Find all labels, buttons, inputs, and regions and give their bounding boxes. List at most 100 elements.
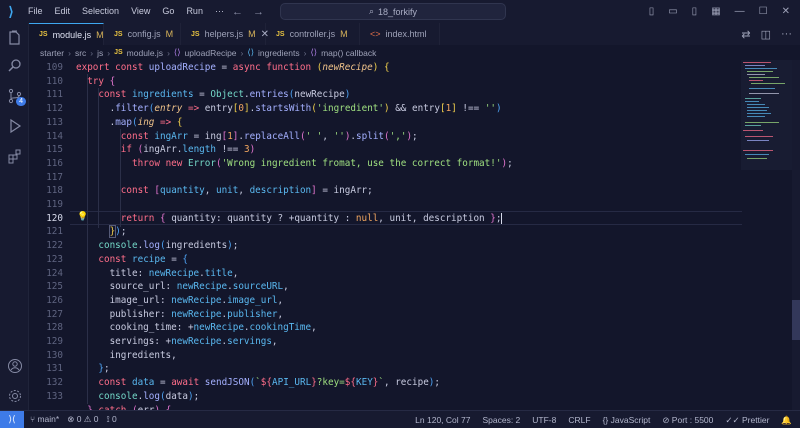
layout-sidebar-icon[interactable]: ▯ <box>649 6 655 17</box>
line-number: 111 <box>46 89 63 101</box>
indentation[interactable]: Spaces: 2 <box>482 415 520 425</box>
breadcrumb-item[interactable]: uploadRecipe <box>185 48 237 58</box>
workspace-name: 18_forkify <box>378 6 418 17</box>
compare-changes-icon[interactable]: ⇄ <box>741 28 750 41</box>
tab-label: index.html <box>385 29 427 39</box>
breadcrumb-item[interactable]: src <box>75 48 86 58</box>
code-line: try { <box>87 75 116 87</box>
code-editor[interactable]: export const uploadRecipe = async functi… <box>76 60 741 410</box>
menu-view[interactable]: View <box>125 0 156 23</box>
notifications-bell-icon[interactable]: 🔔 <box>781 415 792 426</box>
menu-file[interactable]: File <box>22 0 49 23</box>
line-number: 124 <box>46 267 63 279</box>
close-window-icon[interactable]: ✕ <box>782 6 790 17</box>
menu-bar: File Edit Selection View Go Run ··· <box>22 0 230 23</box>
menu-more[interactable]: ··· <box>209 0 230 23</box>
run-debug-icon[interactable] <box>0 113 29 139</box>
vertical-scrollbar[interactable] <box>792 60 800 410</box>
js-file-icon: JS <box>114 49 123 56</box>
line-number: 119 <box>46 199 63 210</box>
line-number: 109 <box>46 62 63 73</box>
code-line: servings: +newRecipe.servings, <box>76 336 278 347</box>
js-file-icon: JS <box>39 31 48 38</box>
menu-selection[interactable]: Selection <box>76 0 125 23</box>
language-mode[interactable]: {} JavaScript <box>603 415 651 425</box>
ports-indicator[interactable]: ⟟ 0 <box>107 414 117 425</box>
forward-arrow-icon[interactable]: → <box>253 6 264 18</box>
menu-run[interactable]: Run <box>180 0 209 23</box>
code-line: source_url: newRecipe.sourceURL, <box>76 281 289 293</box>
settings-gear-icon[interactable] <box>0 383 29 409</box>
minimize-icon[interactable]: — <box>735 6 745 17</box>
line-number: 112 <box>46 103 63 115</box>
breadcrumb-item[interactable]: module.js <box>127 48 163 58</box>
explorer-icon[interactable] <box>0 25 29 51</box>
code-line: ingredients, <box>76 349 177 361</box>
code-line: }); <box>108 225 127 239</box>
live-server-port[interactable]: ⊘ Port : 5500 <box>662 415 713 426</box>
chevron-right-icon: › <box>303 47 307 58</box>
layout-panel-icon[interactable]: ▭ <box>668 6 677 17</box>
cursor-position[interactable]: Ln 120, Col 77 <box>415 415 470 425</box>
branch-indicator[interactable]: ⑂ main* <box>30 414 59 425</box>
line-number-gutter: 109 110 111 112 113 114 115 116 117 118 … <box>29 60 69 410</box>
line-number: 117 <box>46 171 63 183</box>
status-bar: ⟩⟨ ⑂ main* ⊗ 0 ⚠ 0 ⟟ 0 Ln 120, Col 77 Sp… <box>0 410 800 428</box>
code-line: console.log(ingredients); <box>98 240 239 252</box>
maximize-icon[interactable]: ☐ <box>759 6 768 17</box>
search-icon[interactable] <box>0 53 29 79</box>
end-of-line[interactable]: CRLF <box>568 415 590 425</box>
scrollbar-thumb[interactable] <box>792 300 800 340</box>
tab-index-html[interactable]: <> index.html <box>360 23 440 45</box>
problems-indicator[interactable]: ⊗ 0 ⚠ 0 <box>67 414 98 425</box>
layout-secondary-icon[interactable]: ▯ <box>692 6 698 17</box>
source-control-badge: 4 <box>16 97 26 106</box>
breadcrumb-item[interactable]: map() callback <box>321 48 376 58</box>
search-icon: ⌕ <box>368 6 374 16</box>
command-center-search[interactable]: ⌕ 18_forkify <box>280 3 506 20</box>
code-line-current: return { quantity: quantity ? +quantity … <box>120 212 503 224</box>
encoding[interactable]: UTF-8 <box>532 415 556 425</box>
line-number: 125 <box>46 281 63 293</box>
tab-label: helpers.js <box>204 29 244 39</box>
variable-symbol-icon: ⟨⟩ <box>247 47 255 57</box>
line-number: 131 <box>46 363 63 375</box>
layout-customize-icon[interactable]: ▦ <box>711 6 720 17</box>
code-line: image_url: newRecipe.image_url, <box>76 294 284 306</box>
tab-controller-js[interactable]: JS controller.js M <box>266 23 360 45</box>
editor-tabs: JS module.js M JS config.js M JS helpers… <box>29 23 800 45</box>
breadcrumb-item[interactable]: js <box>97 48 103 58</box>
code-line: publisher: newRecipe.publisher, <box>76 308 284 320</box>
modified-indicator: M <box>248 29 256 39</box>
breadcrumb-item[interactable]: ingredients <box>258 48 300 58</box>
split-editor-icon[interactable]: ◫ <box>761 28 771 41</box>
account-icon[interactable] <box>0 353 29 379</box>
tab-label: controller.js <box>289 29 336 39</box>
more-actions-icon[interactable]: ··· <box>781 28 792 40</box>
menu-edit[interactable]: Edit <box>49 0 77 23</box>
code-line: .filter(entry => entry[0].startsWith('in… <box>76 103 502 115</box>
tab-label: module.js <box>52 29 92 40</box>
line-number: 110 <box>46 75 63 87</box>
line-number: 129 <box>46 336 63 347</box>
prettier-status[interactable]: ✓✓ Prettier <box>725 415 769 426</box>
tab-config-js[interactable]: JS config.js M <box>104 23 181 45</box>
breadcrumb-item[interactable]: starter <box>40 48 64 58</box>
source-control-icon[interactable]: 4 <box>0 83 29 109</box>
menu-go[interactable]: Go <box>156 0 180 23</box>
minimap[interactable] <box>741 60 791 410</box>
code-line: export const uploadRecipe = async functi… <box>76 62 390 73</box>
line-number: 116 <box>46 157 63 169</box>
back-arrow-icon[interactable]: ← <box>232 6 243 18</box>
tab-module-js[interactable]: JS module.js M <box>29 23 104 45</box>
extensions-icon[interactable] <box>0 143 29 169</box>
code-line: const ingredients = Object.entries(newRe… <box>98 89 351 101</box>
remote-indicator-icon[interactable]: ⟩⟨ <box>0 410 24 428</box>
code-line: .map(ing => { <box>76 116 183 128</box>
line-number: 121 <box>46 226 63 238</box>
js-file-icon: JS <box>191 30 200 38</box>
line-number: 126 <box>46 294 63 306</box>
code-line: title: newRecipe.title, <box>76 267 239 279</box>
line-number: 128 <box>46 322 63 334</box>
tab-helpers-js[interactable]: JS helpers.js M ✕ <box>181 23 269 45</box>
